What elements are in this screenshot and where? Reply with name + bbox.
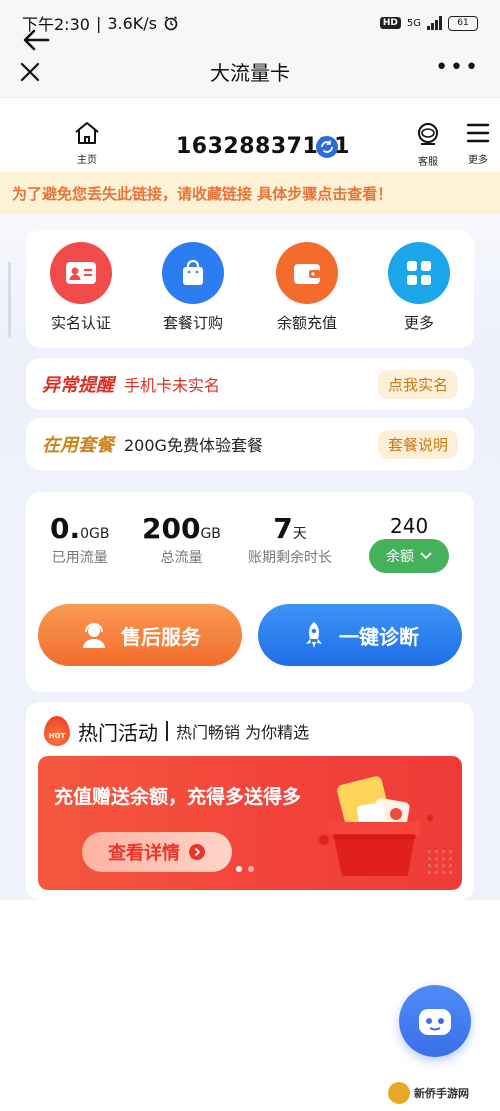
home-icon <box>75 122 99 144</box>
hd-badge: HD <box>379 17 401 29</box>
service-label: 客服 <box>418 157 438 168</box>
plan-name: 200G免费体验套餐 <box>124 436 263 455</box>
decorative-dots <box>426 848 454 876</box>
plan-info-button[interactable]: 套餐说明 <box>377 429 458 459</box>
more-label: 更多 <box>468 155 488 166</box>
quick-action-label: 实名认证 <box>50 314 111 332</box>
plan-title: 在用套餐 <box>42 435 114 456</box>
quick-action-realname[interactable]: 实名认证 <box>40 242 122 333</box>
carousel-indicator <box>236 866 254 872</box>
status-bar: 下午2:30 | 3.6K/s HD 5G 61 <box>0 0 500 46</box>
battery-icon: 61 <box>448 15 478 31</box>
view-details-label: 查看详情 <box>108 843 180 864</box>
bookmark-notice[interactable]: 为了避免您丢失此链接，请收藏链接 具体步骤点击查看！ <box>0 172 500 214</box>
site-watermark: 新侨手游网 <box>388 1082 469 1104</box>
hot-fire-icon: HOT <box>44 716 70 746</box>
battery-level: 61 <box>457 18 469 28</box>
quick-action-label: 更多 <box>403 314 434 332</box>
after-sale-button[interactable]: 售后服务 <box>38 604 242 666</box>
watermark-text: 新侨手游网 <box>414 1087 469 1100</box>
chevron-down-icon <box>420 552 432 560</box>
total-data-stat: 200GB 总流量 <box>142 512 221 567</box>
total-data-caption: 总流量 <box>160 550 203 566</box>
nav-bar: 大流量卡 ••• <box>0 46 500 98</box>
alert-row: 异常提醒 手机卡未实名 点我实名 <box>26 358 474 410</box>
view-details-button[interactable]: 查看详情 <box>82 832 232 872</box>
promo-banner-text: 充值赠送余额，充得多送得多 <box>54 786 302 808</box>
robot-face-icon <box>419 1009 451 1035</box>
balance-dropdown-button[interactable]: 余额 <box>369 539 449 573</box>
arrow-circle-icon <box>189 844 205 860</box>
headset-icon <box>418 123 438 145</box>
hot-activities-title: 热门活动 <box>78 720 158 745</box>
gift-box-icon <box>319 776 433 876</box>
close-icon[interactable] <box>16 58 44 86</box>
chat-assistant-button[interactable] <box>399 985 471 1057</box>
alarm-icon <box>164 16 178 31</box>
used-data-stat: 0.0GB 已用流量 <box>50 512 110 567</box>
network-type: 5G <box>406 17 421 29</box>
hamburger-icon <box>466 123 490 143</box>
used-data-unit: 0GB <box>80 526 110 542</box>
quick-action-recharge[interactable]: 余额充值 <box>266 242 348 333</box>
home-button[interactable]: 主页 <box>70 120 104 166</box>
after-sale-label: 售后服务 <box>121 624 201 649</box>
signal-icon <box>427 16 442 30</box>
quick-actions-card: 实名认证 套餐订购 余额充值 更多 <box>26 230 474 348</box>
diagnose-label: 一键诊断 <box>339 624 419 649</box>
wallet-icon <box>276 242 338 304</box>
support-agent-icon <box>83 623 105 648</box>
grid-icon <box>388 242 450 304</box>
page-title: 大流量卡 <box>210 61 290 85</box>
days-left-unit: 天 <box>292 526 307 542</box>
shopping-bag-icon <box>162 242 224 304</box>
rocket-icon <box>306 622 322 648</box>
quick-action-label: 套餐订购 <box>162 314 223 332</box>
hot-activities-header: HOT 热门活动 热门畅销 为你精选 <box>44 716 309 746</box>
home-label: 主页 <box>77 155 97 166</box>
days-left-caption: 账期剩余时长 <box>248 550 332 566</box>
current-plan-row: 在用套餐 200G免费体验套餐 套餐说明 <box>26 418 474 470</box>
balance-value: 240 <box>390 514 429 538</box>
total-data-unit: GB <box>200 526 221 542</box>
more-button[interactable]: 更多 <box>458 120 498 166</box>
used-data-value: 0. <box>50 512 81 545</box>
scroll-indicator <box>8 262 11 338</box>
balance-label: 余额 <box>386 549 414 565</box>
days-left-value: 7 <box>273 512 293 545</box>
diagnose-button[interactable]: 一键诊断 <box>258 604 462 666</box>
days-left-stat: 7天 账期剩余时长 <box>248 512 332 567</box>
total-data-value: 200 <box>142 512 201 545</box>
customer-service-button[interactable]: 客服 <box>408 120 448 168</box>
quick-action-label: 余额充值 <box>276 314 337 332</box>
status-separator: | <box>95 13 102 33</box>
network-speed: 3.6K/s <box>107 13 157 33</box>
more-menu-icon[interactable]: ••• <box>435 57 480 79</box>
quick-action-more[interactable]: 更多 <box>378 242 460 333</box>
alert-title: 异常提醒 <box>42 375 114 396</box>
quick-action-plan[interactable]: 套餐订购 <box>152 242 234 333</box>
used-data-caption: 已用流量 <box>51 550 108 566</box>
alert-text: 手机卡未实名 <box>124 376 221 395</box>
hot-activities-subtitle: 热门畅销 为你精选 <box>176 723 310 742</box>
back-arrow-icon[interactable] <box>22 28 50 52</box>
id-card-icon <box>50 242 112 304</box>
title-divider <box>166 721 168 741</box>
realname-button[interactable]: 点我实名 <box>377 369 458 399</box>
watermark-logo <box>388 1082 410 1104</box>
refresh-icon[interactable] <box>316 136 338 158</box>
